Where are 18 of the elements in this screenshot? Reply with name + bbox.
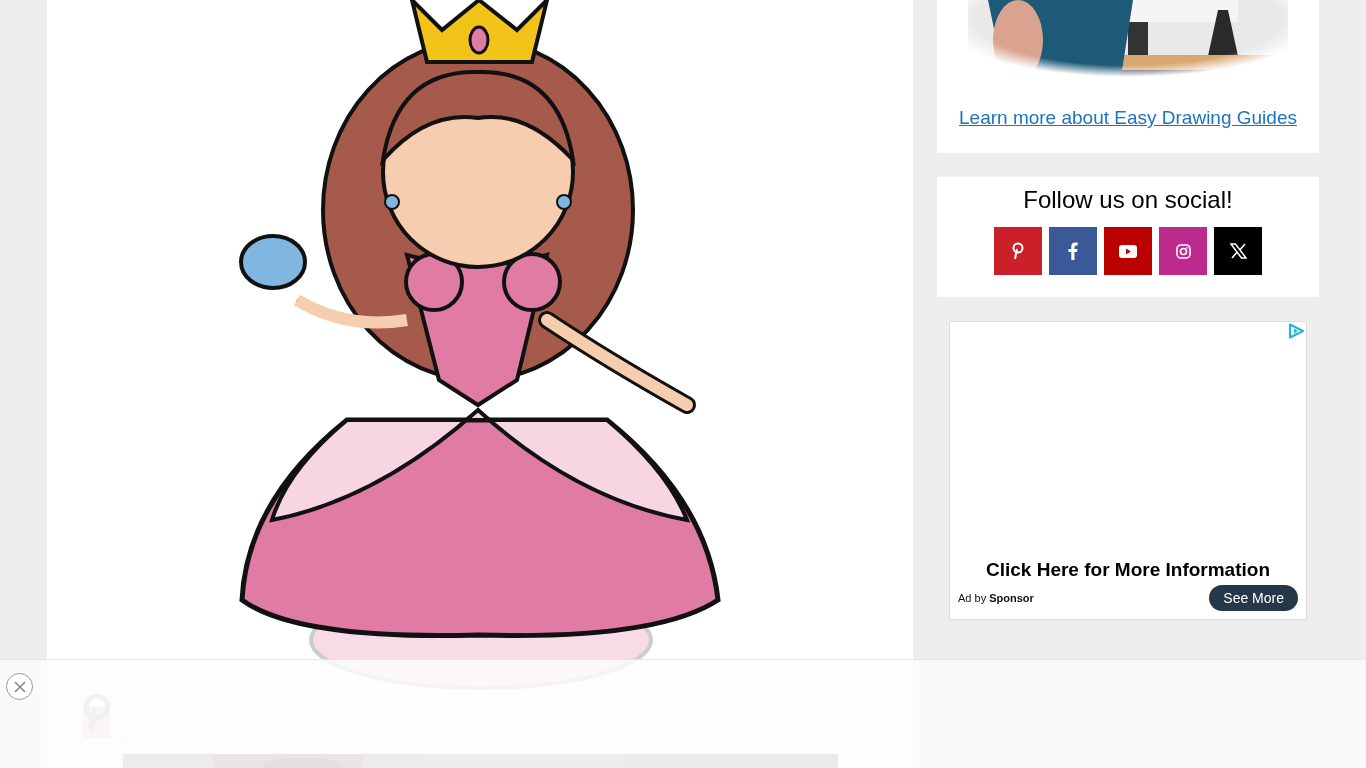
facebook-button[interactable] [1049, 227, 1097, 275]
pinterest-icon [1012, 242, 1024, 260]
pinterest-button[interactable] [994, 227, 1042, 275]
instagram-icon [1175, 243, 1191, 259]
youtube-icon [1119, 244, 1137, 258]
ad-headline[interactable]: Click Here for More Information [950, 559, 1306, 581]
facebook-icon [1068, 242, 1078, 260]
about-link[interactable]: Learn more about Easy Drawing Guides [959, 107, 1297, 129]
youtube-button[interactable] [1104, 227, 1152, 275]
social-heading: Follow us on social! [1023, 186, 1233, 214]
x-logo-icon [1229, 243, 1247, 259]
close-button[interactable] [6, 673, 33, 700]
instagram-button[interactable] [1159, 227, 1207, 275]
close-icon [13, 680, 26, 693]
ad-sponsor-label: Ad by Sponsor [958, 592, 1034, 604]
ad-choices-icon[interactable] [1288, 323, 1305, 339]
x-button[interactable] [1214, 227, 1262, 275]
see-more-button[interactable]: See More [1209, 585, 1298, 611]
